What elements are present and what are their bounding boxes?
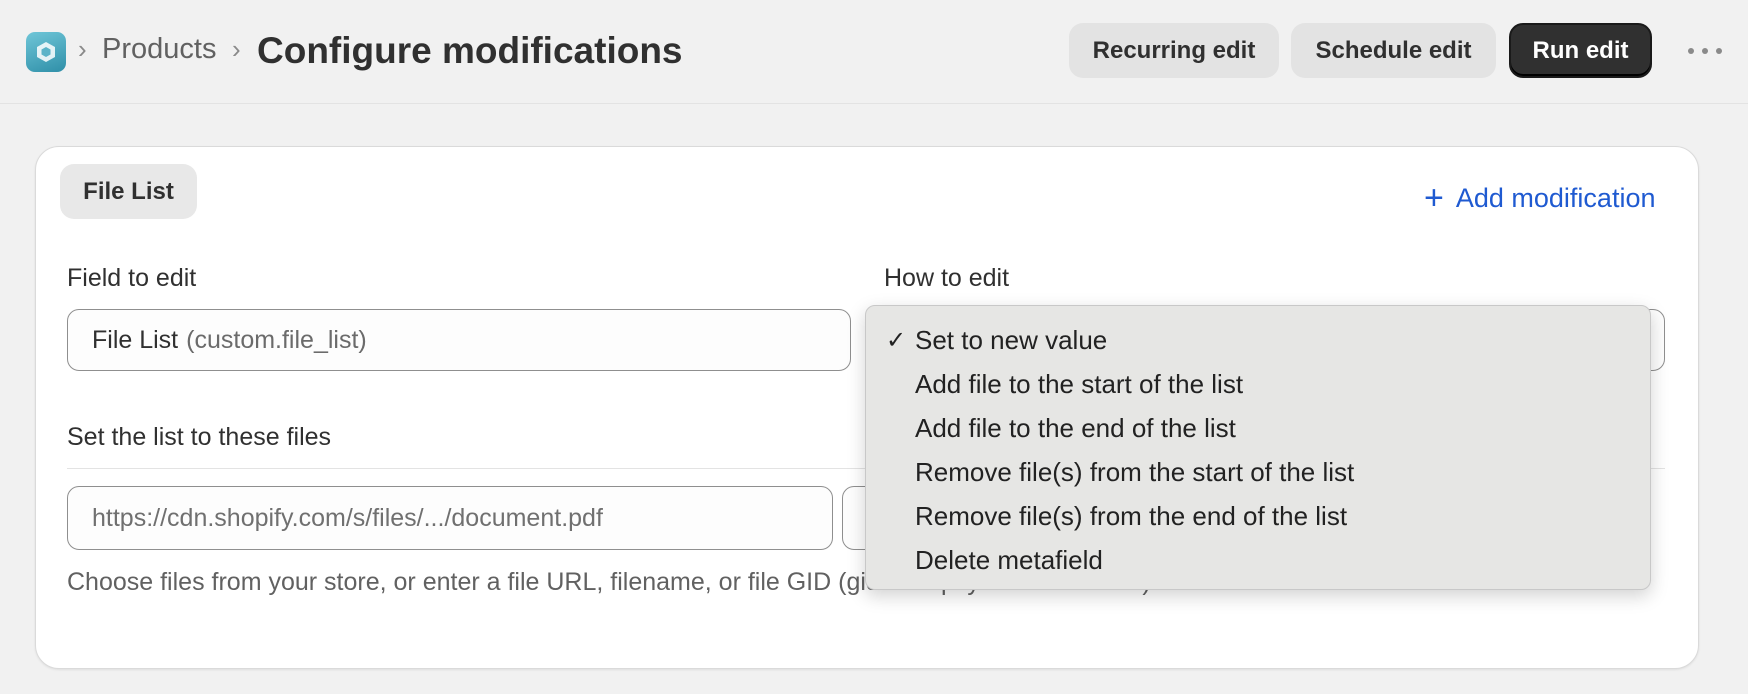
option-label: Add file to the end of the list [915, 412, 1236, 443]
breadcrumb-chevron-icon: › [78, 34, 87, 64]
option-label: Set to new value [915, 324, 1108, 355]
how-to-edit-label: How to edit [884, 264, 1010, 292]
dropdown-option-add-end[interactable]: Add file to the end of the list [866, 406, 1650, 450]
file-url-input[interactable]: https://cdn.shopify.com/s/files/.../docu… [67, 486, 833, 550]
dropdown-option-remove-end[interactable]: Remove file(s) from the end of the list [866, 494, 1650, 538]
checkmark-icon: ✓ [886, 326, 907, 354]
dropdown-option-set-new-value[interactable]: ✓ Set to new value [866, 318, 1650, 362]
field-value: File List [92, 325, 179, 354]
plus-icon: + [1424, 179, 1444, 217]
breadcrumb-chevron-icon: › [232, 34, 241, 64]
dropdown-option-remove-start[interactable]: Remove file(s) from the start of the lis… [866, 450, 1650, 494]
field-tag: File List [60, 164, 197, 219]
app-logo-icon[interactable] [26, 32, 66, 72]
field-to-edit-label: Field to edit [67, 264, 197, 292]
add-modification-button[interactable]: + Add modification [1424, 180, 1655, 216]
top-bar: › Products › Configure modifications Rec… [0, 0, 1748, 104]
schedule-edit-button[interactable]: Schedule edit [1291, 23, 1496, 78]
option-label: Delete metafield [915, 544, 1103, 575]
add-modification-label: Add modification [1455, 182, 1656, 213]
dropdown-option-add-start[interactable]: Add file to the start of the list [866, 362, 1650, 406]
field-key: (custom.file_list) [186, 325, 367, 354]
breadcrumb-products[interactable]: Products [102, 33, 216, 66]
ellipsis-icon[interactable] [1688, 36, 1722, 66]
files-label: Set the list to these files [67, 423, 332, 451]
page-title: Configure modifications [257, 30, 683, 71]
field-to-edit-select[interactable]: File List (custom.file_list) [67, 309, 851, 371]
option-label: Remove file(s) from the end of the list [915, 500, 1348, 531]
how-to-edit-dropdown: ✓ Set to new value Add file to the start… [865, 305, 1651, 590]
option-label: Add file to the start of the list [915, 368, 1244, 399]
option-label: Remove file(s) from the start of the lis… [915, 456, 1355, 487]
recurring-edit-button[interactable]: Recurring edit [1069, 23, 1279, 78]
dropdown-option-delete-metafield[interactable]: Delete metafield [866, 538, 1650, 582]
run-edit-button[interactable]: Run edit [1509, 23, 1652, 78]
